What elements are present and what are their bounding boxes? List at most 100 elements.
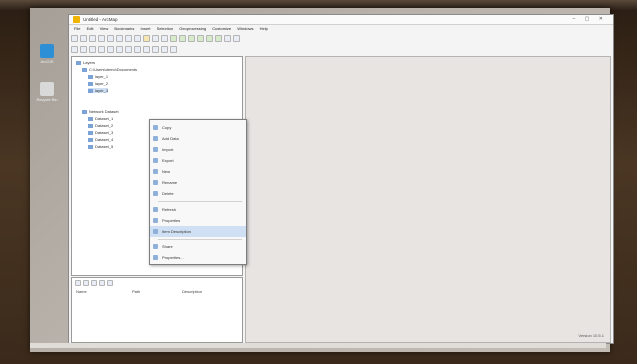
toc-item[interactable]: Network Dataset xyxy=(82,109,119,114)
import-icon xyxy=(153,147,158,152)
back-extent-icon[interactable] xyxy=(125,45,132,53)
standard-toolbar xyxy=(71,33,240,43)
editor-icon[interactable] xyxy=(170,34,177,42)
window-controls[interactable]: – ▢ ✕ xyxy=(573,15,607,24)
tools-toolbar xyxy=(71,44,177,54)
copy-icon xyxy=(153,125,158,130)
measure-icon[interactable] xyxy=(170,45,177,53)
arctoolbox-icon[interactable] xyxy=(206,34,213,42)
menu-insert[interactable]: Insert xyxy=(140,25,150,32)
ctx-new[interactable]: New xyxy=(150,166,246,177)
menu-customize[interactable]: Customize xyxy=(212,25,231,32)
toc-item-selected[interactable]: layer_3 xyxy=(88,88,109,93)
fixed-zoom-in-icon[interactable] xyxy=(107,45,114,53)
rename-icon xyxy=(153,180,158,185)
menu-bookmarks[interactable]: Bookmarks xyxy=(114,25,134,32)
ctx-share[interactable]: Share xyxy=(150,241,246,252)
paste-icon[interactable] xyxy=(125,34,132,42)
share-icon xyxy=(153,244,158,249)
find-icon[interactable] xyxy=(161,45,168,53)
folder-icon xyxy=(82,67,87,72)
ctx-separator xyxy=(158,201,242,202)
dataset-icon xyxy=(88,123,93,128)
map-canvas[interactable]: Version 10.5.1 xyxy=(245,56,611,343)
toc-item[interactable]: Dataset_4 xyxy=(88,137,113,142)
catalog-icon[interactable] xyxy=(188,34,195,42)
ctx-import[interactable]: Import xyxy=(150,144,246,155)
full-extent-icon[interactable] xyxy=(98,45,105,53)
ctx-rename[interactable]: Rename xyxy=(150,177,246,188)
refresh-icon xyxy=(153,207,158,212)
menu-selection[interactable]: Selection xyxy=(157,25,173,32)
toc-item[interactable]: C:\Users\demo\Documents xyxy=(82,67,137,72)
menu-bar: File Edit View Bookmarks Insert Selectio… xyxy=(69,25,613,32)
menu-help[interactable]: Help xyxy=(260,25,268,32)
zoom-out-icon[interactable] xyxy=(80,45,87,53)
copy-icon[interactable] xyxy=(116,34,123,42)
undo-icon[interactable] xyxy=(152,34,159,42)
menu-windows[interactable]: Windows xyxy=(237,25,253,32)
clear-selection-icon[interactable] xyxy=(91,280,97,286)
add-data-icon[interactable] xyxy=(143,34,150,42)
search-icon[interactable] xyxy=(197,34,204,42)
dataset-icon xyxy=(88,144,93,149)
ctx-add-data[interactable]: Add Data xyxy=(150,133,246,144)
toc-item[interactable]: Dataset_1 xyxy=(88,116,113,121)
new-icon[interactable] xyxy=(71,34,78,42)
recycle-bin-icon xyxy=(40,82,54,96)
delete-row-icon[interactable] xyxy=(107,280,113,286)
menu-edit[interactable]: Edit xyxy=(87,25,94,32)
menu-file[interactable]: File xyxy=(74,25,80,32)
toc-root[interactable]: Layers xyxy=(76,60,95,65)
layers-icon xyxy=(76,60,81,65)
ctx-export[interactable]: Export xyxy=(150,155,246,166)
column-header-path[interactable]: Path xyxy=(132,289,140,294)
ctx-delete[interactable]: Delete xyxy=(150,188,246,199)
toc-item[interactable]: Dataset_5 xyxy=(88,144,113,149)
window-title: Untitled - ArcMap xyxy=(83,17,118,22)
help-icon[interactable] xyxy=(233,34,240,42)
column-header-description[interactable]: Description xyxy=(182,289,202,294)
table-options-icon[interactable] xyxy=(75,280,81,286)
ctx-properties-dialog[interactable]: Properties... xyxy=(150,252,246,263)
layer-icon xyxy=(88,74,93,79)
zoom-to-icon[interactable] xyxy=(99,280,105,286)
toc-item[interactable]: Dataset_3 xyxy=(88,130,113,135)
dataset-icon xyxy=(88,116,93,121)
redo-icon[interactable] xyxy=(161,34,168,42)
desktop-icon-recycle-bin[interactable]: Recycle Bin xyxy=(34,82,60,102)
zoom-in-icon[interactable] xyxy=(71,45,78,53)
ctx-properties[interactable]: Properties xyxy=(150,215,246,226)
desktop-icon-arcgis[interactable]: ArcGIS xyxy=(34,44,60,64)
column-header-name[interactable]: Name xyxy=(76,289,87,294)
toc-item[interactable]: layer_2 xyxy=(88,81,108,86)
model-builder-icon[interactable] xyxy=(224,34,231,42)
ctx-refresh[interactable]: Refresh xyxy=(150,204,246,215)
forward-extent-icon[interactable] xyxy=(134,45,141,53)
pan-icon[interactable] xyxy=(89,45,96,53)
menu-geoprocessing[interactable]: Geoprocessing xyxy=(179,25,206,32)
toc-item[interactable]: Dataset_2 xyxy=(88,123,113,128)
title-bar: Untitled - ArcMap – ▢ ✕ xyxy=(69,15,613,25)
open-icon[interactable] xyxy=(80,34,87,42)
dataset-icon xyxy=(88,137,93,142)
identify-icon[interactable] xyxy=(152,45,159,53)
cut-icon[interactable] xyxy=(107,34,114,42)
python-icon[interactable] xyxy=(215,34,222,42)
arcgis-icon xyxy=(40,44,54,58)
dataset-icon xyxy=(88,130,93,135)
delete-icon[interactable] xyxy=(134,34,141,42)
select-all-icon[interactable] xyxy=(83,280,89,286)
select-icon[interactable] xyxy=(143,45,150,53)
print-icon[interactable] xyxy=(98,34,105,42)
ctx-copy[interactable]: Copy xyxy=(150,122,246,133)
ctx-item-description[interactable]: Item Description xyxy=(150,226,246,237)
fixed-zoom-out-icon[interactable] xyxy=(116,45,123,53)
toc-item[interactable]: layer_1 xyxy=(88,74,108,79)
desktop-icon-label: ArcGIS xyxy=(40,59,54,64)
ctx-separator xyxy=(158,239,242,240)
table-icon[interactable] xyxy=(179,34,186,42)
menu-view[interactable]: View xyxy=(100,25,109,32)
save-icon[interactable] xyxy=(89,34,96,42)
properties-icon xyxy=(153,218,158,223)
